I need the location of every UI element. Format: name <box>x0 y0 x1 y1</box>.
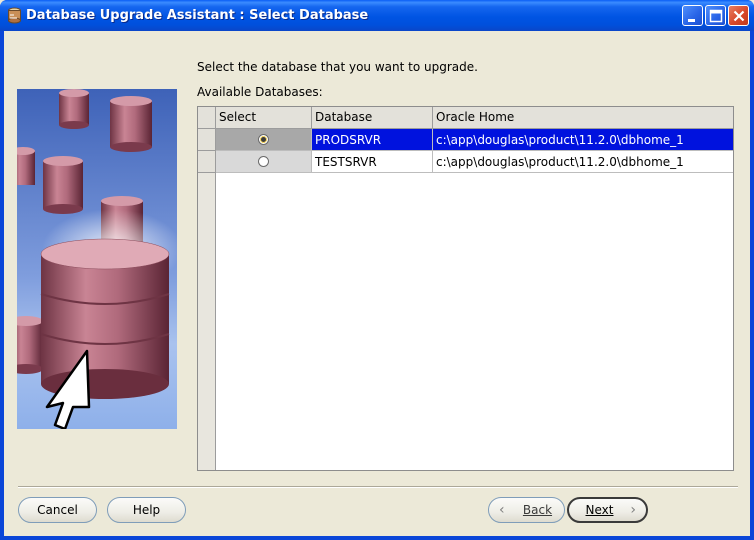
column-header-database[interactable]: Database <box>312 107 433 129</box>
database-cell[interactable]: TESTSRVR <box>312 151 433 173</box>
oracle-app-icon <box>8 7 21 24</box>
row-header-2[interactable] <box>198 151 216 173</box>
dialog-window: Database Upgrade Assistant : Select Data… <box>0 0 754 540</box>
row-header-1[interactable] <box>198 129 216 151</box>
databases-table: Select Database Oracle Home PRODSRVR c:\… <box>197 106 734 471</box>
minimize-icon <box>688 19 695 22</box>
available-databases-label: Available Databases: <box>197 85 323 99</box>
column-header-select[interactable]: Select <box>216 107 312 129</box>
back-button[interactable]: ‹ Back <box>488 497 565 523</box>
next-button-label: Next <box>585 503 614 517</box>
dialog-content: Select the database that you want to upg… <box>4 31 750 536</box>
help-button-label: Help <box>132 503 161 517</box>
next-button[interactable]: Next › <box>567 497 648 523</box>
cancel-button[interactable]: Cancel <box>18 497 97 523</box>
column-header-oracle-home[interactable]: Oracle Home <box>433 107 733 129</box>
maximize-icon <box>709 9 723 23</box>
instruction-text: Select the database that you want to upg… <box>197 60 478 74</box>
select-cell[interactable] <box>216 129 312 151</box>
minimize-button[interactable] <box>682 5 703 26</box>
table-corner <box>198 107 216 129</box>
close-icon <box>733 10 745 22</box>
close-button[interactable] <box>728 5 749 26</box>
footer-separator <box>18 486 738 488</box>
database-cell[interactable]: PRODSRVR <box>312 129 433 151</box>
oracle-home-cell[interactable]: c:\app\douglas\product\11.2.0\dbhome_1 <box>433 151 733 173</box>
database-illustration <box>17 89 177 429</box>
help-button[interactable]: Help <box>107 497 186 523</box>
next-arrow-icon: › <box>630 502 636 518</box>
select-radio-testsrvr[interactable] <box>258 156 269 167</box>
back-button-label: Back <box>522 503 553 517</box>
select-radio-prodsrvr[interactable] <box>258 134 269 145</box>
back-arrow-icon: ‹ <box>499 502 505 518</box>
cancel-button-label: Cancel <box>37 503 78 517</box>
window-title: Database Upgrade Assistant : Select Data… <box>26 8 369 23</box>
title-bar[interactable]: Database Upgrade Assistant : Select Data… <box>0 0 754 31</box>
select-cell[interactable] <box>216 151 312 173</box>
maximize-button[interactable] <box>705 5 726 26</box>
oracle-home-cell[interactable]: c:\app\douglas\product\11.2.0\dbhome_1 <box>433 129 733 151</box>
